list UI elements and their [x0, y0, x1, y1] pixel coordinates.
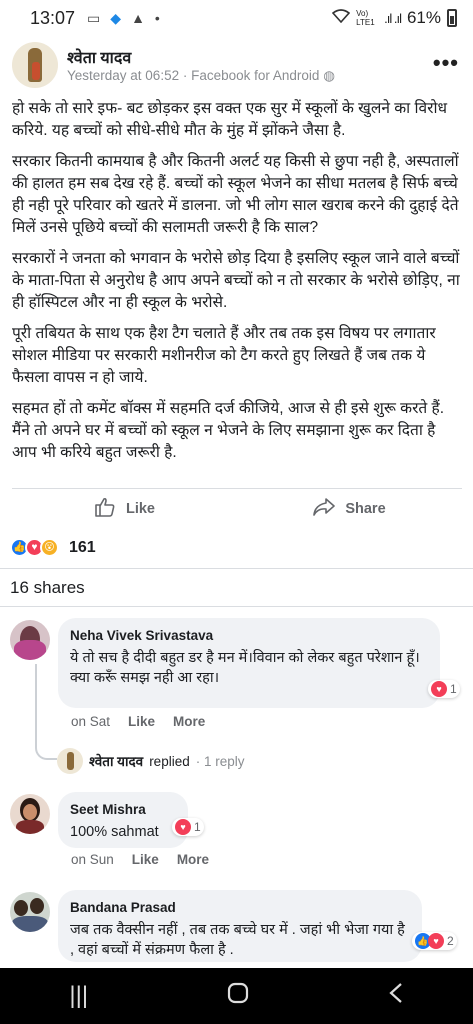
- share-arrow-icon: [313, 497, 336, 520]
- post-source: Facebook for Android: [191, 68, 320, 83]
- reply-author-name: श्वेता यादव: [89, 754, 144, 769]
- share-label: Share: [345, 500, 386, 517]
- post-body: हो सके तो सारे इफ- बट छोड़कर इस वक्त एक …: [12, 98, 462, 473]
- post-action-bar: Like Share: [12, 488, 462, 528]
- comment-reaction-count: 1: [194, 820, 201, 834]
- commenter-avatar[interactable]: [10, 794, 50, 834]
- more-options-icon[interactable]: •••: [433, 50, 459, 76]
- reply-count: · 1 reply: [195, 753, 245, 769]
- like-button[interactable]: Like: [12, 497, 237, 521]
- screen-icon: ▭: [87, 9, 101, 26]
- battery-percent: 61%: [406, 8, 441, 27]
- reply-author-avatar: [57, 748, 83, 774]
- comment-reaction[interactable]: 👍 ♥ 2: [412, 932, 457, 950]
- signal-icon: .ıl .ıl: [384, 10, 402, 26]
- commenter-name[interactable]: Seet Mishra: [70, 800, 176, 820]
- author-avatar[interactable]: [12, 42, 58, 88]
- dot-icon: •: [154, 10, 160, 26]
- comment-text: 100% sahmat: [70, 824, 159, 840]
- comment-reaction[interactable]: ♥ 1: [172, 818, 204, 836]
- shares-count[interactable]: 16 shares: [10, 578, 85, 598]
- commenter-avatar[interactable]: [10, 892, 50, 932]
- wow-reaction-icon: 😮: [40, 538, 59, 557]
- comment-time: on Sun: [71, 852, 114, 867]
- comment-text: क्या करूँ समझ नही आ रहा।: [70, 670, 220, 686]
- android-nav-bar: |||: [0, 968, 473, 1024]
- comment-like-button[interactable]: Like: [128, 714, 155, 729]
- app-icon: ◆: [110, 9, 122, 26]
- status-bar: 13:07 ▭ ◆ ▲ • Vo) LTE1 .ıl .ıl 61%: [0, 0, 473, 36]
- post-timestamp: Yesterday at 06:52: [67, 68, 180, 83]
- recent-apps-icon[interactable]: |||: [69, 982, 88, 1010]
- notification-icon: ▲: [131, 10, 145, 26]
- share-button[interactable]: Share: [237, 497, 462, 520]
- comment-bubble: Seet Mishra 100% sahmat: [58, 792, 188, 848]
- author-name[interactable]: श्वेता यादव: [67, 46, 131, 68]
- comment-reaction[interactable]: ♥ 1: [428, 680, 460, 698]
- commenter-avatar[interactable]: [10, 620, 50, 660]
- reaction-count: 161: [69, 538, 96, 556]
- comment-text: जब तक वैक्सीन नहीं , तब तक बच्चे घर में …: [70, 922, 405, 958]
- post-meta: Yesterday at 06:52 · Facebook for Androi…: [67, 68, 335, 83]
- post-paragraph: हो सके तो सारे इफ- बट छोड़कर इस वक्त एक …: [12, 100, 448, 139]
- reply-summary[interactable]: श्वेता यादव replied · 1 reply: [57, 748, 245, 774]
- reaction-summary[interactable]: 👍 ♥ 😮 161: [10, 538, 96, 557]
- home-icon[interactable]: [227, 982, 249, 1011]
- back-icon[interactable]: [388, 982, 404, 1011]
- battery-icon: [447, 9, 457, 27]
- comment-more-button[interactable]: More: [177, 852, 209, 867]
- love-reaction-icon: ♥: [428, 933, 444, 949]
- wifi-icon: [331, 9, 351, 27]
- comment-bubble: Neha Vivek Srivastava ये तो सच है दीदी ब…: [58, 618, 440, 708]
- post-paragraph: सहमत हों तो कमेंट बॉक्स में सहमति दर्ज क…: [12, 400, 445, 461]
- commenter-name[interactable]: Neha Vivek Srivastava: [70, 626, 428, 646]
- status-right: Vo) LTE1 .ıl .ıl 61%: [331, 8, 457, 28]
- status-time: 13:07: [30, 7, 76, 28]
- divider: [0, 606, 473, 607]
- post-paragraph: पूरी तबियत के साथ एक हैश टैग चलाते हैं औ…: [12, 325, 436, 386]
- comment-reaction-count: 1: [450, 682, 457, 696]
- comment-like-button[interactable]: Like: [132, 852, 159, 867]
- network-label: Vo) LTE1: [356, 9, 375, 27]
- comment-actions: on Sat Like More: [71, 714, 205, 729]
- reply-action: replied: [149, 753, 190, 769]
- thumbs-up-icon: [94, 497, 116, 521]
- like-label: Like: [125, 500, 155, 517]
- divider: [0, 568, 473, 569]
- comment-bubble: Bandana Prasad जब तक वैक्सीन नहीं , तब त…: [58, 890, 422, 962]
- comment-time: on Sat: [71, 714, 111, 729]
- post-header: श्वेता यादव Yesterday at 06:52 · Faceboo…: [0, 38, 473, 90]
- post-paragraph: सरकारों ने जनता को भगवान के भरोसे छोड़ द…: [12, 250, 460, 311]
- reply-thread-line: [35, 664, 57, 760]
- love-reaction-icon: ♥: [175, 819, 191, 835]
- post-paragraph: सरकार कितनी कामयाब है और कितनी अलर्ट यह …: [12, 153, 459, 236]
- comment-text: ये तो सच है दीदी बहुत डर है मन में।विवान…: [70, 650, 420, 666]
- commenter-name[interactable]: Bandana Prasad: [70, 898, 410, 918]
- love-reaction-icon: ♥: [431, 681, 447, 697]
- comment-actions: on Sun Like More: [71, 852, 209, 867]
- globe-icon: ◍: [323, 68, 335, 83]
- comment-reaction-count: 2: [447, 934, 454, 948]
- comment-more-button[interactable]: More: [173, 714, 205, 729]
